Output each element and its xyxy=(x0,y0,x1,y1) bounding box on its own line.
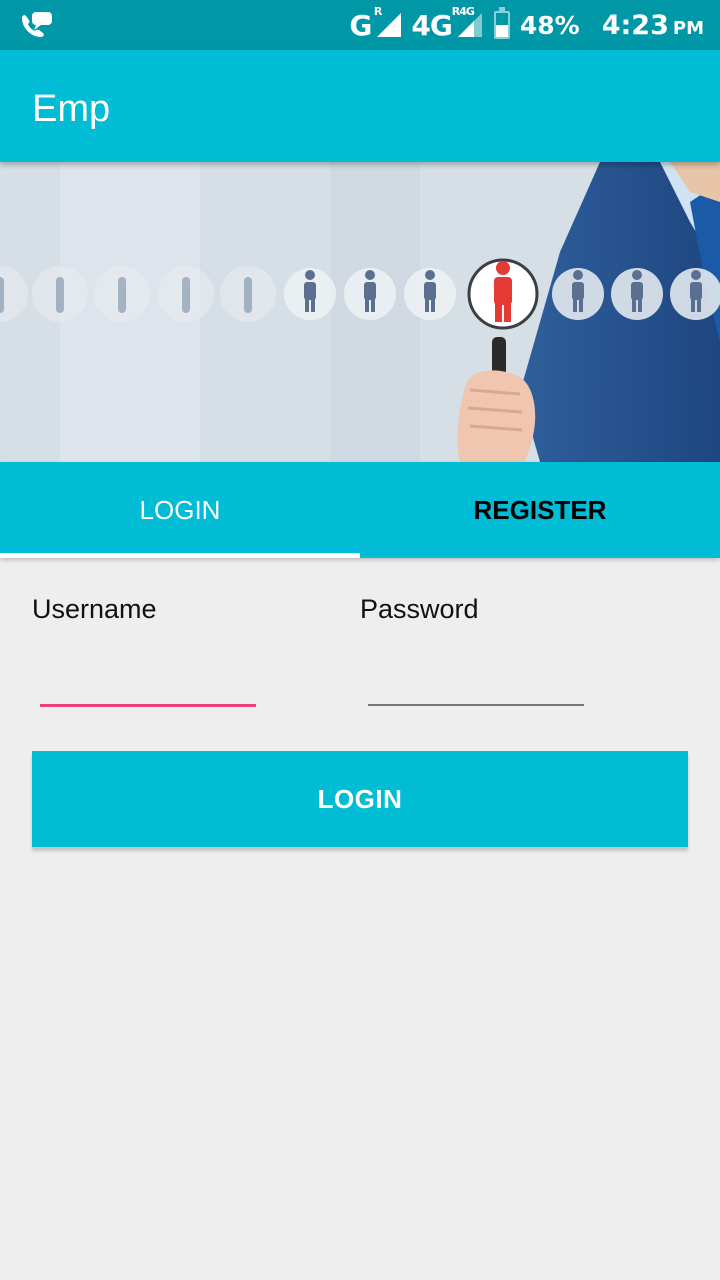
battery-percent: 48% xyxy=(519,10,580,40)
clock: 4:23 PM xyxy=(601,9,704,41)
password-input[interactable] xyxy=(368,650,584,706)
tab-bar: LOGIN REGISTER xyxy=(0,462,720,558)
banner-image xyxy=(0,162,720,462)
tab-register[interactable]: REGISTER xyxy=(360,462,720,558)
username-input[interactable] xyxy=(40,650,256,707)
username-label: Username xyxy=(32,594,157,624)
tab-selected-indicator xyxy=(0,553,360,558)
login-button[interactable]: LOGIN xyxy=(32,751,688,847)
tab-login[interactable]: LOGIN xyxy=(0,462,360,558)
password-label: Password xyxy=(360,594,479,624)
app-bar: Emp xyxy=(0,50,720,162)
battery-level-fill xyxy=(495,25,508,37)
network-g-indicator: GR xyxy=(349,4,382,42)
battery-icon xyxy=(493,7,510,39)
app-title: Emp xyxy=(32,88,111,130)
status-bar: GR 4G R4G 48% 4:23 PM xyxy=(0,0,720,50)
network-4g-indicator: 4G R4G xyxy=(411,4,474,42)
recruitment-search-illustration xyxy=(0,162,720,462)
phone-chat-icon xyxy=(22,12,52,37)
